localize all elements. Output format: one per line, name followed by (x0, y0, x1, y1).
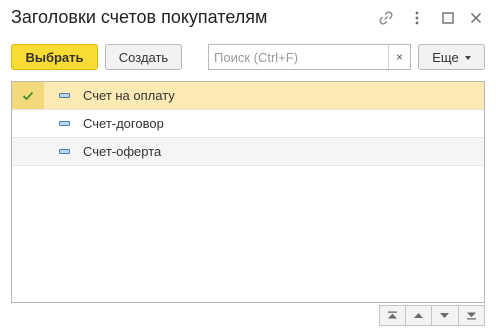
list-navigation (379, 305, 485, 326)
create-button[interactable]: Создать (105, 44, 182, 70)
document-icon (59, 93, 70, 98)
invoice-header-list[interactable]: Счет на оплату Счет-договор Счет-оферта (11, 81, 485, 303)
list-item-label: Счет на оплату (83, 88, 175, 103)
window-title: Заголовки счетов покупателям (11, 7, 268, 27)
check-mark-icon (12, 82, 44, 109)
list-item[interactable]: Счет-оферта (12, 138, 484, 166)
document-icon (59, 149, 70, 154)
list-item-label: Счет-договор (83, 116, 164, 131)
document-icon (59, 121, 70, 126)
list-item[interactable]: Счет-договор (12, 110, 484, 138)
more-button-label: Еще (432, 49, 459, 65)
list-item-label: Счет-оферта (83, 144, 162, 159)
maximize-icon[interactable] (438, 8, 458, 28)
go-first-icon[interactable] (379, 305, 406, 326)
list-item[interactable]: Счет на оплату (12, 82, 484, 110)
caret-down-icon (464, 56, 471, 60)
close-icon[interactable] (466, 8, 486, 28)
search-input[interactable] (209, 45, 388, 69)
go-up-icon[interactable] (405, 305, 432, 326)
search-clear-button[interactable]: × (388, 45, 410, 69)
more-button[interactable]: Еще (418, 44, 485, 70)
command-bar: Выбрать Создать × Еще (0, 44, 496, 72)
go-down-icon[interactable] (432, 305, 459, 326)
select-button[interactable]: Выбрать (11, 44, 98, 70)
title-bar: Заголовки счетов покупателям (0, 0, 496, 36)
search-box: × (208, 44, 411, 70)
link-icon[interactable] (376, 8, 396, 28)
more-vertical-icon[interactable] (407, 8, 427, 28)
go-last-icon[interactable] (458, 305, 485, 326)
